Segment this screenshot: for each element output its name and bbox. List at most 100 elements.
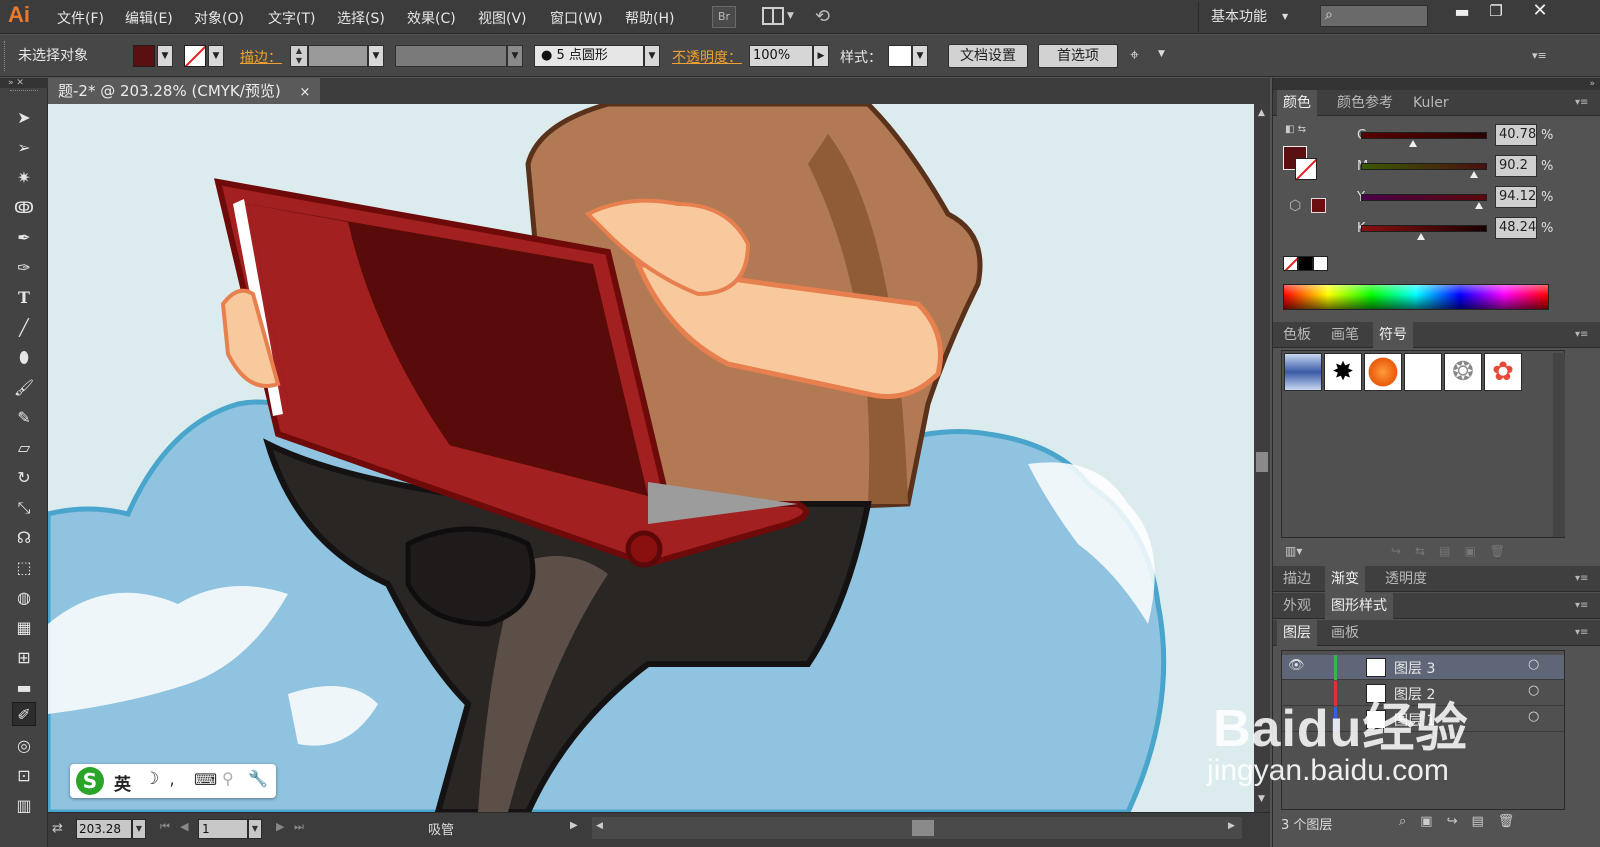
tab-kuler[interactable]: Kuler bbox=[1407, 90, 1455, 116]
keyboard-icon[interactable]: ⌨ bbox=[194, 770, 217, 789]
channel-value-m[interactable]: 90.2 bbox=[1495, 155, 1537, 177]
style-dropdown[interactable]: ▼ bbox=[912, 45, 928, 67]
scale-tool-icon[interactable]: ⤡ bbox=[12, 496, 36, 520]
lasso-tool-icon[interactable]: ↂ bbox=[12, 196, 36, 220]
opacity-slider-toggle[interactable]: ▶ bbox=[813, 45, 829, 67]
menu-help[interactable]: 帮助(H) bbox=[625, 8, 674, 28]
chevron-down-icon[interactable]: ▼ bbox=[1282, 12, 1288, 21]
channel-slider-thumb[interactable] bbox=[1417, 233, 1425, 240]
channel-slider-thumb[interactable] bbox=[1475, 202, 1483, 209]
menu-view[interactable]: 视图(V) bbox=[478, 8, 527, 28]
menu-edit[interactable]: 编辑(E) bbox=[125, 8, 173, 28]
brush-dropdown[interactable]: ▼ bbox=[644, 45, 660, 67]
last-artboard-icon[interactable]: ⏭ bbox=[294, 820, 304, 834]
menu-file[interactable]: 文件(F) bbox=[57, 8, 104, 28]
rotate-view-icon[interactable]: ⇄ bbox=[52, 821, 63, 836]
magic-wand-tool-icon[interactable]: ✷ bbox=[12, 166, 36, 190]
target-circle-icon[interactable]: ○ bbox=[1528, 657, 1539, 672]
perspective-grid-tool-icon[interactable]: ▦ bbox=[12, 616, 36, 640]
artboard-canvas[interactable]: S 英 ☽ ⸴ ⌨ ⚲ 🔧 bbox=[48, 104, 1254, 812]
panel-menu-icon[interactable]: ▾≡ bbox=[1532, 49, 1547, 62]
paintbrush-tool-icon[interactable]: 🖌 bbox=[12, 376, 36, 400]
scroll-right-icon[interactable]: ▶ bbox=[1228, 821, 1235, 831]
profile-dropdown[interactable]: ▼ bbox=[507, 45, 523, 67]
tab-transparency[interactable]: 透明度 bbox=[1379, 566, 1433, 592]
panel-menu-icon[interactable]: ▾≡ bbox=[1569, 90, 1594, 116]
zoom-input[interactable]: 203.28 bbox=[76, 819, 132, 839]
direct-selection-tool-icon[interactable]: ➢ bbox=[12, 136, 36, 160]
symbol-actions-icons[interactable]: ↪⇆▤▣🗑 bbox=[1391, 544, 1519, 558]
symbol-library-icon[interactable]: ▥▾ bbox=[1285, 544, 1302, 558]
target-circle-icon[interactable]: ○ bbox=[1528, 683, 1539, 698]
symbol-orange-ball[interactable] bbox=[1364, 353, 1402, 391]
next-artboard-icon[interactable]: ▶ bbox=[276, 820, 284, 833]
restore-button[interactable]: ❐ bbox=[1482, 2, 1510, 26]
stroke-weight-stepper[interactable]: ▲ ▼ bbox=[290, 45, 308, 67]
gamut-swatch[interactable] bbox=[1311, 198, 1326, 213]
bridge-button[interactable]: Br bbox=[712, 6, 736, 28]
scroll-thumb[interactable] bbox=[1256, 452, 1268, 472]
target-circle-icon[interactable]: ○ bbox=[1528, 709, 1539, 724]
layer-name[interactable]: 图层 3 bbox=[1394, 658, 1435, 678]
out-of-gamut-cube-icon[interactable]: ⬡ bbox=[1289, 198, 1301, 214]
tab-color-guide[interactable]: 颜色参考 bbox=[1331, 90, 1399, 116]
grip-handle[interactable] bbox=[4, 41, 7, 71]
stroke-weight-input[interactable] bbox=[308, 45, 368, 67]
channel-value-y[interactable]: 94.12 bbox=[1495, 186, 1537, 208]
tab-layers[interactable]: 图层 bbox=[1277, 620, 1317, 646]
pencil-tool-icon[interactable]: ✎ bbox=[12, 406, 36, 430]
tab-color[interactable]: 颜色 bbox=[1277, 90, 1317, 116]
ime-toolbar[interactable]: S 英 ☽ ⸴ ⌨ ⚲ 🔧 bbox=[70, 764, 276, 798]
warp-tool-icon[interactable]: ☊ bbox=[12, 526, 36, 550]
document-tab[interactable]: 题-2* @ 203.28% (CMYK/预览) × bbox=[48, 78, 321, 104]
ime-mode[interactable]: 英 bbox=[114, 770, 131, 795]
symbol-ring[interactable]: ❂ bbox=[1444, 353, 1482, 391]
eraser-tool-icon[interactable]: ▱ bbox=[12, 436, 36, 460]
preferences-button[interactable]: 首选项 bbox=[1038, 44, 1118, 68]
sync-settings-icon[interactable]: ⟲ bbox=[815, 6, 830, 27]
fill-swatch[interactable] bbox=[133, 45, 155, 67]
align-options-icon[interactable]: ⌖ bbox=[1130, 45, 1139, 65]
stroke-dropdown[interactable]: ▼ bbox=[208, 45, 224, 67]
channel-value-c[interactable]: 40.78 bbox=[1495, 124, 1537, 146]
menu-object[interactable]: 对象(O) bbox=[194, 8, 244, 28]
mesh-tool-icon[interactable]: ⊞ bbox=[12, 646, 36, 670]
stroke-label[interactable]: 描边： bbox=[240, 47, 282, 67]
tab-symbols[interactable]: 符号 bbox=[1373, 322, 1413, 348]
zoom-dropdown[interactable]: ▼ bbox=[132, 819, 146, 839]
tab-appearance[interactable]: 外观 bbox=[1277, 593, 1317, 619]
grip-handle[interactable] bbox=[10, 90, 38, 92]
stroke-color-swatch[interactable] bbox=[1295, 158, 1317, 180]
panel-menu-icon[interactable]: ▾≡ bbox=[1569, 593, 1594, 619]
first-artboard-icon[interactable]: ⏮ bbox=[160, 820, 170, 834]
opacity-label[interactable]: 不透明度： bbox=[672, 47, 742, 67]
eyedropper-tool-icon[interactable]: ✐ bbox=[12, 702, 36, 726]
black-swatch[interactable] bbox=[1298, 256, 1313, 271]
tab-swatches[interactable]: 色板 bbox=[1277, 322, 1317, 348]
variable-width-profile[interactable] bbox=[395, 45, 507, 67]
channel-slider-c[interactable] bbox=[1361, 132, 1487, 139]
pen-tool-icon[interactable]: ✒ bbox=[12, 226, 36, 250]
none-swatch[interactable] bbox=[1283, 256, 1298, 271]
stroke-swatch[interactable] bbox=[184, 45, 206, 67]
symbol-dotted-frame[interactable] bbox=[1404, 353, 1442, 391]
symbol-sprayer-tool-icon[interactable]: ⊡ bbox=[12, 764, 36, 788]
artboard-dropdown[interactable]: ▼ bbox=[248, 819, 262, 839]
stroke-weight-dropdown[interactable]: ▼ bbox=[368, 45, 384, 67]
menu-window[interactable]: 窗口(W) bbox=[550, 8, 603, 28]
line-tool-icon[interactable]: ╱ bbox=[12, 316, 36, 340]
close-tab-icon[interactable]: × bbox=[299, 85, 310, 100]
default-colors-icon[interactable]: ◧ ⇆ bbox=[1285, 124, 1306, 135]
channel-slider-thumb[interactable] bbox=[1470, 171, 1478, 178]
arrange-documents-icon[interactable] bbox=[762, 7, 784, 25]
visibility-eye-icon[interactable]: 👁 bbox=[1288, 658, 1305, 673]
tab-graphic-styles[interactable]: 图形样式 bbox=[1325, 593, 1393, 619]
panel-menu-icon[interactable]: ▾≡ bbox=[1569, 566, 1594, 592]
layer-actions-icons[interactable]: ⌕▣↪▤🗑 bbox=[1399, 814, 1528, 829]
free-transform-tool-icon[interactable]: ⬚ bbox=[12, 556, 36, 580]
selection-tool-icon[interactable]: ➤ bbox=[12, 106, 36, 130]
channel-slider-k[interactable] bbox=[1361, 225, 1487, 232]
brush-definition[interactable]: ● 5 点圆形 bbox=[534, 45, 644, 67]
symbol-flower[interactable]: ✿ bbox=[1484, 353, 1522, 391]
shape-builder-tool-icon[interactable]: ◍ bbox=[12, 586, 36, 610]
